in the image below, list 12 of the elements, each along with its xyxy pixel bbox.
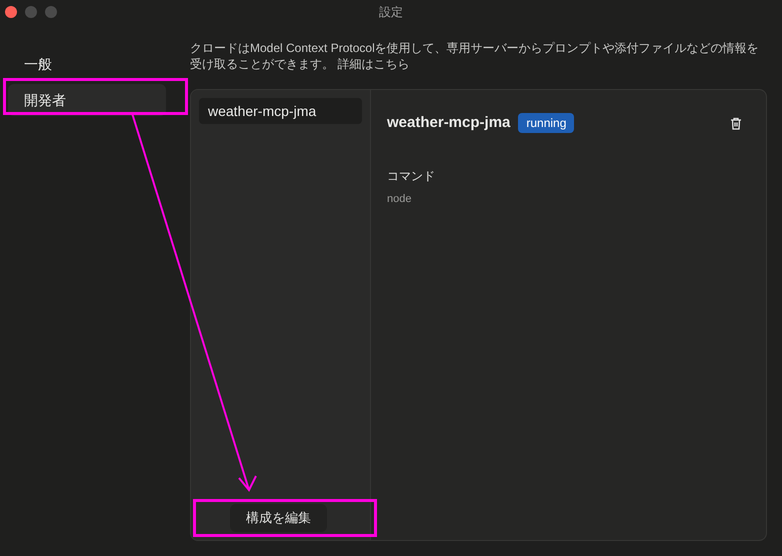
description: クロードはModel Context Protocolを使用して、専用サーバーからプロンプトや添付ファイルなどの情報を受け取ることができます。 詳細はこちら	[190, 40, 760, 72]
edit-config-button[interactable]: 構成を編集	[230, 504, 327, 532]
close-button[interactable]	[5, 6, 17, 18]
server-item[interactable]: weather-mcp-jma	[199, 98, 362, 124]
trash-icon[interactable]	[730, 116, 742, 130]
sidebar-item[interactable]: 開発者	[8, 84, 166, 116]
window-title: 設定	[379, 4, 403, 21]
command-value: node	[387, 192, 412, 206]
sidebar-item[interactable]: 一般	[8, 48, 166, 80]
server-name: weather-mcp-jma	[387, 113, 510, 133]
command-label: コマンド	[387, 168, 436, 184]
status-badge: running	[518, 113, 574, 134]
